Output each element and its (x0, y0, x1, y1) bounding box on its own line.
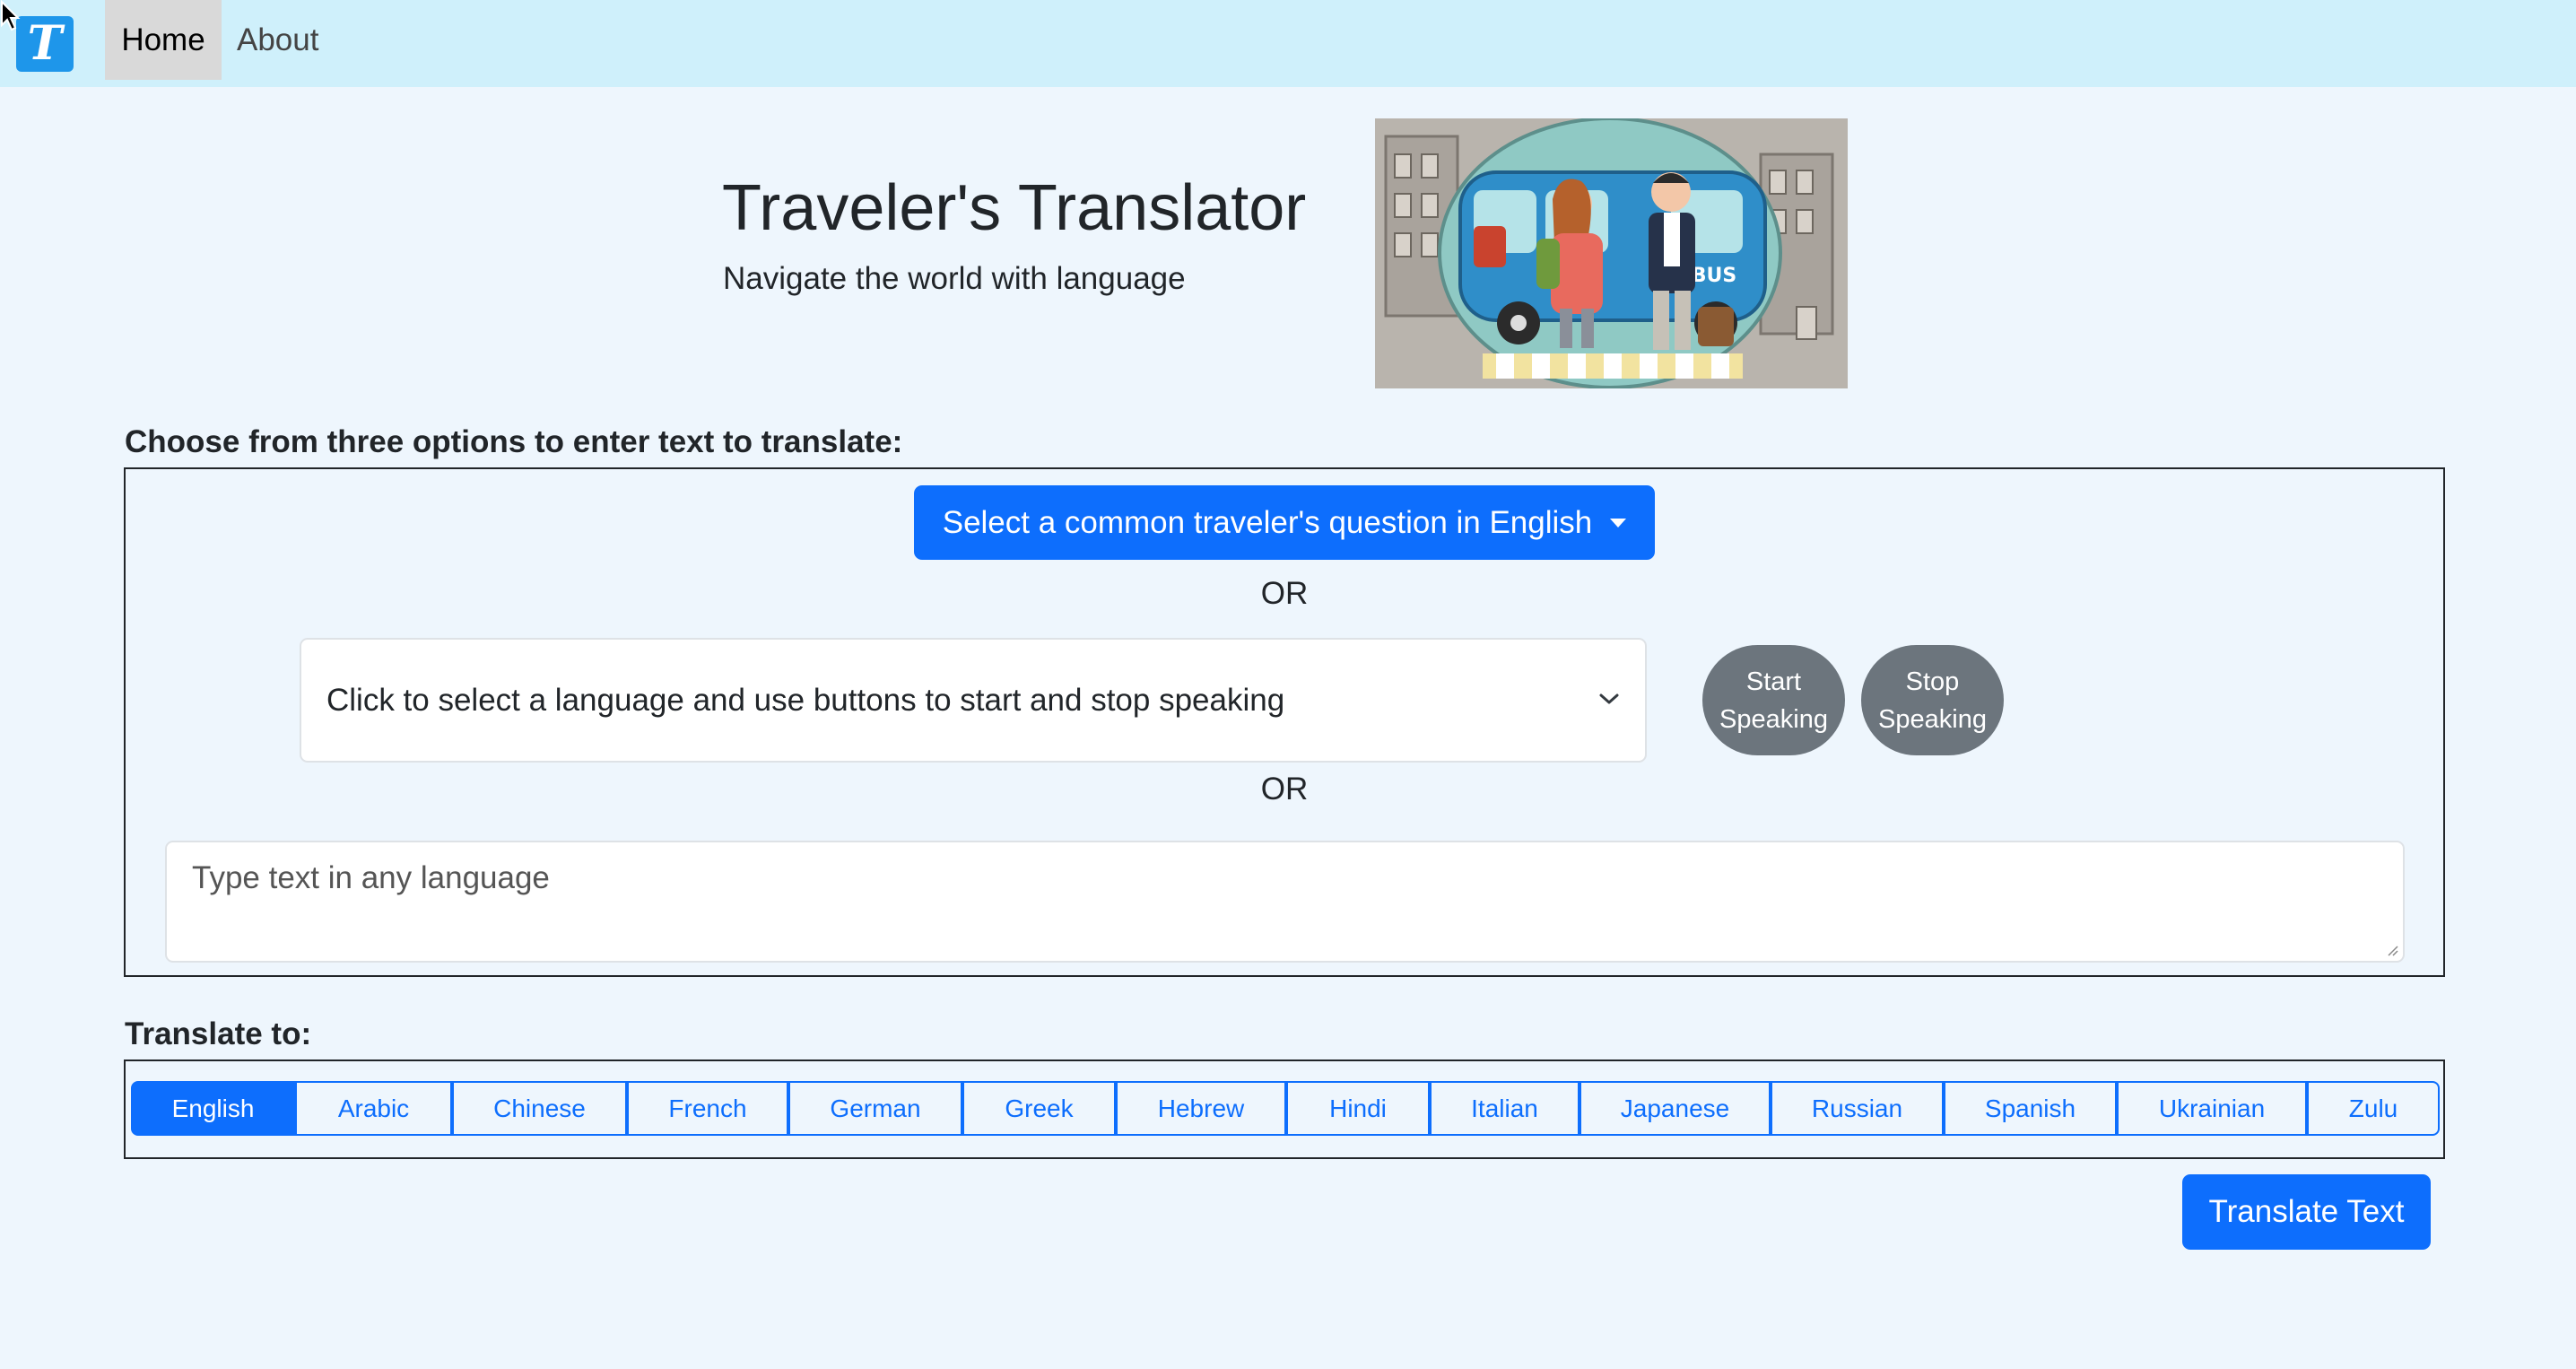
lang-button-zulu[interactable]: Zulu (2307, 1081, 2440, 1136)
translate-text-button[interactable]: Translate Text (2182, 1174, 2431, 1250)
lang-button-greek[interactable]: Greek (962, 1081, 1116, 1136)
stop-speaking-button[interactable]: Stop Speaking (1861, 645, 2004, 755)
lang-button-hindi[interactable]: Hindi (1286, 1081, 1430, 1136)
page-subtitle: Navigate the world with language (723, 261, 1186, 296)
lang-button-chinese[interactable]: Chinese (452, 1081, 627, 1136)
start-speaking-line2: Speaking (1719, 704, 1828, 734)
mouse-cursor-icon (1, 0, 21, 31)
hero-image: BUS (1375, 118, 1848, 388)
navbar: T Home About (0, 0, 2576, 87)
stop-speaking-line1: Stop (1905, 667, 1960, 696)
lang-button-arabic[interactable]: Arabic (295, 1081, 452, 1136)
free-text-input[interactable]: Type text in any language (165, 841, 2405, 963)
lang-button-english[interactable]: English (131, 1081, 295, 1136)
lang-button-japanese[interactable]: Japanese (1580, 1081, 1771, 1136)
speech-language-select-value: Click to select a language and use butto… (326, 682, 1285, 718)
lang-button-spanish[interactable]: Spanish (1944, 1081, 2117, 1136)
lang-button-french[interactable]: French (627, 1081, 788, 1136)
lang-button-italian[interactable]: Italian (1430, 1081, 1580, 1136)
start-speaking-button[interactable]: Start Speaking (1702, 645, 1845, 755)
common-question-dropdown-label: Select a common traveler's question in E… (942, 504, 1593, 540)
input-options-label: Choose from three options to enter text … (125, 424, 903, 459)
caret-down-icon (1610, 518, 1627, 528)
start-speaking-line1: Start (1745, 667, 1802, 696)
lang-button-german[interactable]: German (788, 1081, 962, 1136)
free-text-placeholder: Type text in any language (192, 860, 550, 895)
translate-to-label: Translate to: (125, 1016, 312, 1051)
resize-grip-icon[interactable] (2385, 943, 2399, 957)
nav-item-home[interactable]: Home (105, 0, 222, 80)
logo-letter: T (27, 16, 63, 71)
speech-language-select[interactable]: Click to select a language and use butto… (300, 638, 1647, 763)
lang-button-hebrew[interactable]: Hebrew (1116, 1081, 1286, 1136)
or-divider-2: OR (1260, 772, 1309, 807)
bus-sign: BUS (1692, 265, 1736, 287)
common-question-dropdown[interactable]: Select a common traveler's question in E… (914, 485, 1655, 560)
stop-speaking-line2: Speaking (1878, 704, 1987, 734)
app-logo[interactable]: T (16, 16, 74, 72)
chevron-down-icon (1599, 693, 1619, 704)
lang-button-ukrainian[interactable]: Ukrainian (2117, 1081, 2307, 1136)
page-title: Traveler's Translator (722, 172, 1307, 244)
lang-button-russian[interactable]: Russian (1771, 1081, 1944, 1136)
or-divider-1: OR (1260, 576, 1309, 611)
nav-item-about[interactable]: About (237, 0, 318, 80)
